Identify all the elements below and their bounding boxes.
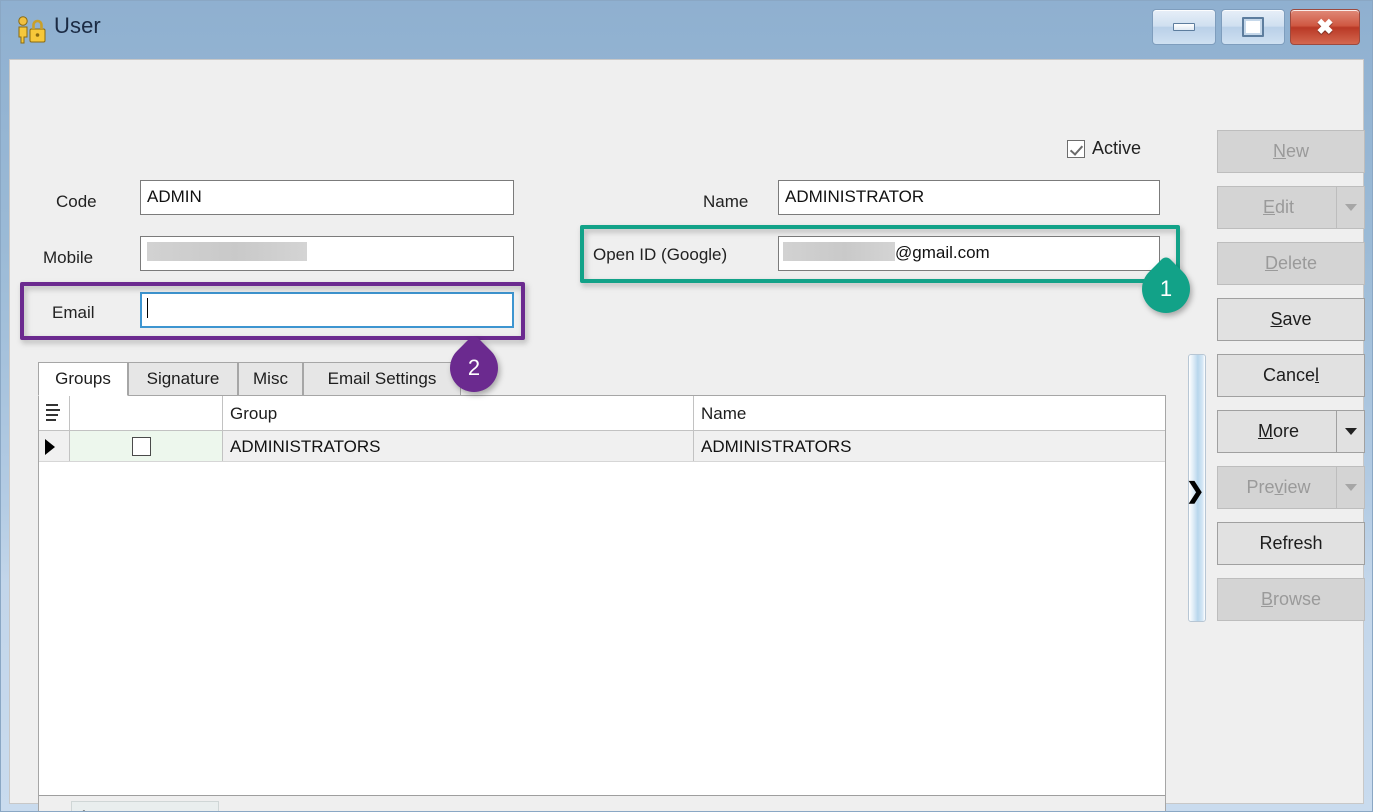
column-header-group[interactable]: Group [222, 396, 693, 431]
email-label: Email [52, 303, 95, 323]
save-button[interactable]: Save [1217, 298, 1365, 341]
delete-button-label-rest: elete [1278, 253, 1317, 273]
active-checkbox-group[interactable]: Active [1067, 138, 1141, 159]
cell-group: ADMINISTRATORS [222, 431, 693, 462]
tab-misc[interactable]: Misc [238, 362, 303, 396]
action-button-column: New Edit Delete Save Cancel More Preview [1217, 130, 1365, 634]
name-label: Name [703, 192, 748, 212]
preview-button-label-rest: iew [1284, 477, 1311, 497]
maximize-icon [1242, 17, 1264, 37]
cancel-button-label-start: Cance [1263, 365, 1315, 385]
code-label: Code [56, 192, 97, 212]
code-field[interactable]: ADMIN [140, 180, 514, 215]
annotation-badge-1-number: 1 [1142, 265, 1190, 313]
preview-dropdown-arrow[interactable] [1336, 467, 1364, 508]
current-row-pointer-icon [45, 439, 55, 455]
name-field[interactable]: ADMINISTRATOR [778, 180, 1160, 215]
preview-button-label-start: Pre [1246, 477, 1274, 497]
mobile-label: Mobile [43, 248, 93, 268]
grid-footer: 1 [39, 795, 1165, 812]
user-lock-icon [14, 15, 48, 45]
grid-menu-icon[interactable] [46, 404, 61, 422]
openid-redaction [783, 242, 895, 261]
grid-empty-area [39, 462, 1165, 794]
window-titlebar: User ✖ [1, 1, 1373, 59]
refresh-button-label: Refresh [1259, 533, 1322, 554]
tab-groups[interactable]: Groups [38, 362, 128, 396]
window-client-area: Active Code ADMIN Name ADMINISTRATOR Mob… [9, 59, 1364, 804]
grid-footer-count: 1 [71, 801, 219, 812]
groups-grid: Group Name ADMINISTRATORS ADMINISTRATORS… [38, 396, 1166, 812]
edit-button[interactable]: Edit [1217, 186, 1365, 229]
more-button-label-rest: ore [1273, 421, 1299, 441]
chevron-down-icon [1345, 484, 1357, 491]
browse-button-label-rest: rowse [1273, 589, 1321, 609]
table-row[interactable]: ADMINISTRATORS ADMINISTRATORS [39, 431, 1165, 462]
more-dropdown-arrow[interactable] [1336, 411, 1364, 452]
edit-dropdown-arrow[interactable] [1336, 187, 1364, 228]
maximize-button[interactable] [1221, 9, 1285, 45]
openid-domain: @gmail.com [895, 243, 990, 262]
window-controls: ✖ [1152, 9, 1360, 45]
tab-email-settings[interactable]: Email Settings [303, 362, 461, 396]
chevron-down-icon [1345, 204, 1357, 211]
email-field[interactable] [140, 292, 514, 328]
preview-button[interactable]: Preview [1217, 466, 1365, 509]
cancel-button[interactable]: Cancel [1217, 354, 1365, 397]
minimize-button[interactable] [1152, 9, 1216, 45]
column-separator [69, 431, 70, 461]
openid-field[interactable]: @gmail.com [778, 236, 1160, 271]
text-caret [147, 298, 148, 318]
minimize-icon [1173, 23, 1195, 31]
user-window: User ✖ Active Code ADMIN Name ADMINISTRA… [0, 0, 1373, 812]
tab-strip: Groups Signature Misc Email Settings [38, 362, 1166, 396]
refresh-button[interactable]: Refresh [1217, 522, 1365, 565]
window-title: User [54, 13, 101, 39]
grid-header-row: Group Name [39, 396, 1165, 431]
browse-button[interactable]: Browse [1217, 578, 1365, 621]
splitter-collapse-chevron-icon[interactable]: ❯ [1186, 480, 1204, 502]
save-button-label-rest: ave [1282, 309, 1311, 329]
row-checkbox[interactable] [132, 437, 151, 456]
new-button-label-rest: ew [1286, 141, 1309, 161]
chevron-down-icon [1345, 428, 1357, 435]
column-separator [69, 396, 70, 430]
close-button[interactable]: ✖ [1290, 9, 1360, 45]
delete-button[interactable]: Delete [1217, 242, 1365, 285]
active-checkbox-label: Active [1092, 138, 1141, 159]
new-button[interactable]: New [1217, 130, 1365, 173]
mobile-redaction [147, 242, 307, 261]
more-button[interactable]: More [1217, 410, 1365, 453]
active-checkbox[interactable] [1067, 140, 1085, 158]
close-icon: ✖ [1316, 17, 1334, 38]
column-header-name[interactable]: Name [693, 396, 1167, 431]
tab-signature[interactable]: Signature [128, 362, 238, 396]
edit-button-label-rest: dit [1275, 197, 1294, 217]
annotation-badge-1: 1 [1142, 265, 1196, 319]
openid-label: Open ID (Google) [593, 245, 727, 265]
mobile-field[interactable] [140, 236, 514, 271]
cell-name: ADMINISTRATORS [693, 431, 1167, 462]
